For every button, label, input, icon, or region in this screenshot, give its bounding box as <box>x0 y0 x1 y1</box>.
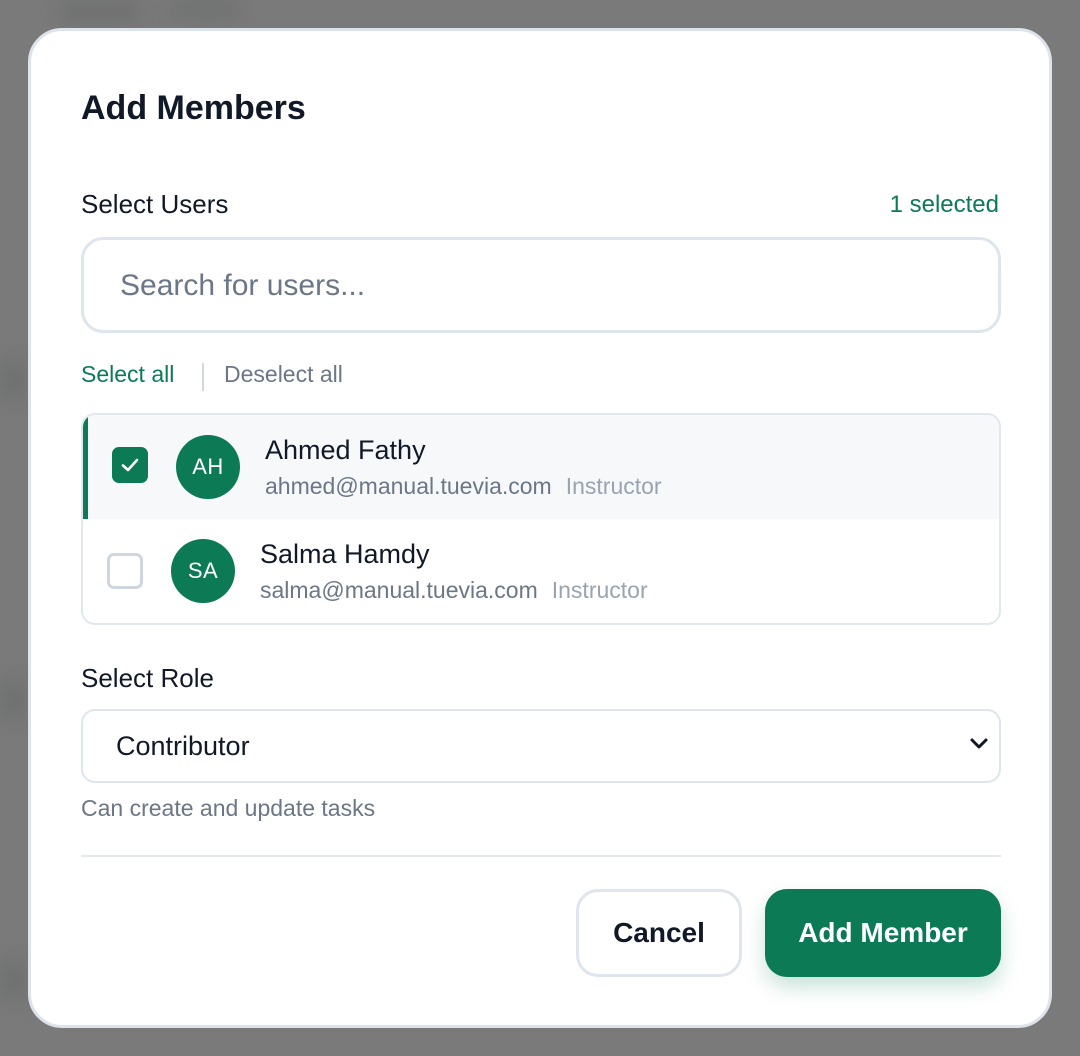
select-role-label: Select Role <box>81 663 214 693</box>
user-search-input[interactable] <box>118 240 962 332</box>
user-email: salma@manual.tuevia.com <box>260 577 538 603</box>
user-role: Instructor <box>565 473 662 499</box>
role-description: Can create and update tasks <box>81 795 376 821</box>
user-checkbox-unchecked[interactable] <box>107 553 143 589</box>
user-list: AH Ahmed Fathy ahmed@manual.tuevia.com In… <box>81 413 1001 625</box>
deselect-all-link[interactable]: Deselect all <box>224 361 343 388</box>
select-users-label: Select Users <box>81 189 229 219</box>
chevron-down-icon <box>970 738 988 749</box>
avatar: SA <box>171 539 235 603</box>
selected-count: 1 selected <box>889 191 999 218</box>
avatar: AH <box>176 435 240 499</box>
select-all-link[interactable]: Select all <box>81 361 174 388</box>
user-row-ahmed-fathy[interactable]: AH Ahmed Fathy ahmed@manual.tuevia.com In… <box>83 415 999 519</box>
dialog-title: Add Members <box>81 89 306 127</box>
user-search-field[interactable] <box>81 237 1001 333</box>
add-members-dialog: Add Members Select Users 1 selected Sele… <box>28 28 1052 1028</box>
user-meta: salma@manual.tuevia.com Instructor <box>260 577 648 604</box>
user-role: Instructor <box>551 577 648 603</box>
user-meta: ahmed@manual.tuevia.com Instructor <box>265 473 662 500</box>
role-select[interactable]: Contributor <box>81 709 1001 783</box>
user-row-salma-hamdy[interactable]: SA Salma Hamdy salma@manual.tuevia.com In… <box>83 519 999 623</box>
footer-divider <box>81 855 1001 857</box>
user-name: Salma Hamdy <box>260 539 430 569</box>
user-checkbox-checked[interactable] <box>112 447 148 483</box>
role-select-value: Contributor <box>116 731 250 761</box>
checkmark-icon <box>121 458 139 472</box>
bulk-actions-divider <box>202 363 204 391</box>
user-email: ahmed@manual.tuevia.com <box>265 473 552 499</box>
add-member-button[interactable]: Add Member <box>765 889 1001 977</box>
user-name: Ahmed Fathy <box>265 435 426 465</box>
cancel-button[interactable]: Cancel <box>576 889 742 977</box>
